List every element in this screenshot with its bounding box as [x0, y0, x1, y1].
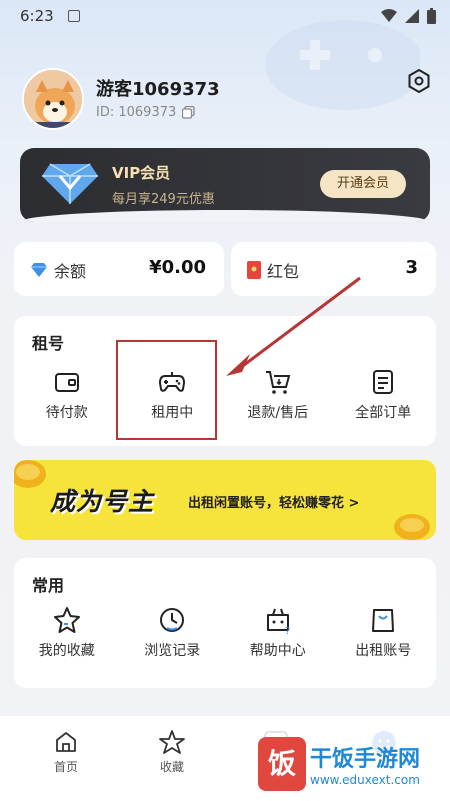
- rent-section-title: 租号: [32, 334, 65, 353]
- watermark-logo: 饭: [258, 737, 306, 791]
- settings-icon[interactable]: [406, 68, 432, 94]
- rent-item-label: 退款/售后: [247, 405, 309, 421]
- bag-icon: [372, 609, 395, 632]
- annotation-arrow: [226, 276, 361, 376]
- watermark: 饭 干饭手游网 www.eduxext.com: [250, 729, 450, 801]
- balance-label-row: 余额: [30, 258, 86, 282]
- vip-open-button[interactable]: 开通会员: [320, 170, 406, 198]
- star-outline-icon: [159, 730, 185, 754]
- redpack-value: 3: [405, 257, 418, 278]
- common-item-history[interactable]: 浏览记录: [120, 606, 226, 660]
- common-item-label: 帮助中心: [249, 643, 306, 659]
- banner-text: 出租闲置账号，轻松赚零花 >: [188, 496, 360, 511]
- profile-header: 游客1069373 ID: 1069373: [22, 68, 432, 132]
- coin-right-icon: [394, 514, 430, 540]
- status-time: 6:23: [20, 7, 54, 25]
- order-list-icon: [373, 370, 394, 394]
- gem-icon: [31, 263, 47, 277]
- vip-card[interactable]: VIP会员 每月享249元优惠 开通会员: [20, 148, 430, 222]
- common-item-help[interactable]: ? 帮助中心: [225, 606, 331, 660]
- notification-icon: [67, 10, 80, 22]
- common-section: 常用 我的收藏 浏览记录 ? 帮助中心 出租账号: [14, 558, 436, 688]
- watermark-text: 干饭手游网: [310, 747, 421, 772]
- help-icon: ?: [266, 608, 290, 634]
- balance-card[interactable]: 余额 ¥0.00: [14, 242, 224, 296]
- svg-text:?: ?: [285, 626, 290, 634]
- common-item-rent-account[interactable]: 出租账号: [331, 606, 437, 660]
- rent-item-pending-payment[interactable]: 待付款: [14, 368, 120, 422]
- wallet-icon: [54, 373, 79, 392]
- vip-subtitle: 每月享249元优惠: [112, 192, 215, 207]
- bottom-tab-bar: 首页 收藏 饭 干饭手游网 www.eduxext.com: [0, 716, 450, 801]
- owner-banner[interactable]: 成为号主 出租闲置账号，轻松赚零花 >: [14, 460, 436, 540]
- balance-value: ¥0.00: [149, 257, 206, 278]
- rent-item-label: 全部订单: [355, 405, 412, 421]
- tab-favorites[interactable]: 收藏: [142, 730, 202, 775]
- star-icon: [53, 607, 80, 633]
- user-id-text: ID: 1069373: [96, 105, 177, 120]
- user-id: ID: 1069373: [96, 105, 195, 120]
- common-grid: 我的收藏 浏览记录 ? 帮助中心 出租账号: [14, 606, 436, 660]
- common-item-favorites[interactable]: 我的收藏: [14, 606, 120, 660]
- tab-home-label: 首页: [53, 760, 78, 774]
- battery-icon: [427, 8, 436, 24]
- banner-logo: 成为号主: [50, 487, 155, 516]
- common-item-label: 我的收藏: [38, 643, 95, 659]
- coin-left-icon: [14, 460, 46, 488]
- history-icon: [160, 608, 185, 632]
- avatar[interactable]: [22, 68, 84, 130]
- home-icon: [56, 732, 76, 752]
- copy-icon[interactable]: [182, 106, 195, 119]
- username: 游客1069373: [96, 79, 220, 100]
- diamond-icon: [42, 163, 98, 204]
- highlight-box-annotation: [116, 340, 217, 440]
- dog-avatar-icon: [24, 70, 82, 128]
- tab-favorites-label: 收藏: [159, 760, 184, 774]
- common-item-label: 浏览记录: [144, 643, 201, 659]
- rent-item-label: 待付款: [45, 405, 88, 421]
- common-item-label: 出租账号: [355, 643, 412, 659]
- common-section-title: 常用: [32, 576, 65, 595]
- vip-title: VIP会员: [112, 164, 171, 182]
- balance-label: 余额: [54, 262, 87, 281]
- watermark-url: www.eduxext.com: [310, 773, 420, 787]
- tab-home[interactable]: 首页: [36, 730, 96, 775]
